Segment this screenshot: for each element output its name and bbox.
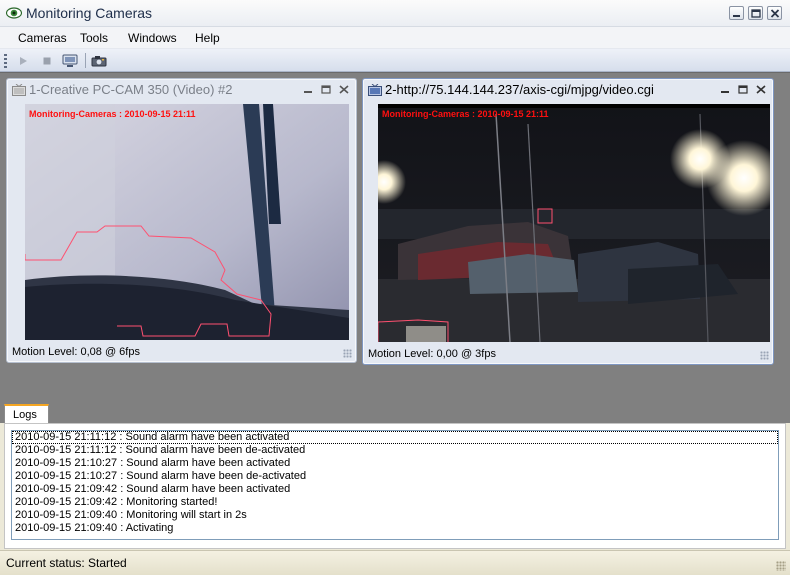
maximize-icon <box>321 85 331 94</box>
menu-help[interactable]: Help <box>195 31 220 45</box>
logs-list[interactable]: 2010-09-15 21:11:12 : Sound alarm have b… <box>11 430 779 540</box>
camera-title: 1-Creative PC-CAM 350 (Video) #2 <box>29 82 233 97</box>
log-entry[interactable]: 2010-09-15 21:09:40 : Activating <box>12 522 778 535</box>
logs-area: Logs 2010-09-15 21:11:12 : Sound alarm h… <box>0 402 790 550</box>
log-entry[interactable]: 2010-09-15 21:10:27 : Sound alarm have b… <box>12 470 778 483</box>
camera-workspace: 1-Creative PC-CAM 350 (Video) #2 Monitor… <box>0 72 790 402</box>
stop-icon <box>43 57 51 64</box>
minimize-icon <box>721 91 729 93</box>
play-icon <box>20 56 27 65</box>
video-overlay-text: Monitoring-Cameras : 2010-09-15 21:11 <box>382 109 549 119</box>
close-icon <box>756 85 766 94</box>
menu-cameras[interactable]: Cameras <box>18 31 67 45</box>
camera-minimize-button[interactable] <box>719 84 731 95</box>
maximize-button[interactable] <box>748 6 763 20</box>
toolbar-separator <box>85 53 86 68</box>
resize-grip[interactable] <box>760 351 769 360</box>
stop-button[interactable] <box>38 52 56 69</box>
tab-logs[interactable]: Logs <box>4 404 49 424</box>
camera-minimize-button[interactable] <box>302 84 314 95</box>
snapshot-button[interactable] <box>90 52 108 69</box>
minimize-icon <box>733 15 740 17</box>
tv-icon <box>12 84 26 96</box>
menu-tools[interactable]: Tools <box>80 31 108 45</box>
menu-bar: Cameras Tools Windows Help <box>0 27 790 48</box>
video-frame <box>378 104 770 342</box>
camera-close-button[interactable] <box>755 84 767 95</box>
camera-window-1[interactable]: 1-Creative PC-CAM 350 (Video) #2 Monitor… <box>6 78 357 363</box>
resize-grip[interactable] <box>343 349 352 358</box>
motion-level-status: Motion Level: 0,00 @ 3fps <box>368 348 496 360</box>
camera-title: 2-http://75.144.144.237/axis-cgi/mjpg/vi… <box>385 82 654 97</box>
log-entry[interactable]: 2010-09-15 21:09:40 : Monitoring will st… <box>12 509 778 522</box>
camera-video-feed[interactable]: Monitoring-Cameras : 2010-09-15 21:11 <box>25 104 349 340</box>
camera-close-button[interactable] <box>338 84 350 95</box>
camera-video-feed[interactable]: Monitoring-Cameras : 2010-09-15 21:11 <box>378 104 770 342</box>
current-status: Current status: Started <box>6 556 127 570</box>
close-icon <box>339 85 349 94</box>
close-button[interactable] <box>767 6 782 20</box>
motion-level-status: Motion Level: 0,08 @ 6fps <box>12 346 140 358</box>
toolbar <box>0 48 790 72</box>
window-resize-grip[interactable] <box>776 561 786 571</box>
start-button[interactable] <box>14 52 32 69</box>
window-title: Monitoring Cameras <box>26 5 153 21</box>
camera-maximize-button[interactable] <box>737 84 749 95</box>
minimize-icon <box>304 91 312 93</box>
tv-icon <box>368 84 382 96</box>
camera-settings-icon <box>62 54 78 67</box>
video-overlay-text: Monitoring-Cameras : 2010-09-15 21:11 <box>29 109 196 119</box>
log-entry[interactable]: 2010-09-15 21:09:42 : Sound alarm have b… <box>12 483 778 496</box>
status-bar: Current status: Started <box>0 550 790 575</box>
minimize-button[interactable] <box>729 6 744 20</box>
camera-window-titlebar[interactable]: 1-Creative PC-CAM 350 (Video) #2 <box>7 79 356 101</box>
log-entry[interactable]: 2010-09-15 21:11:12 : Sound alarm have b… <box>12 431 778 444</box>
menu-windows[interactable]: Windows <box>128 31 177 45</box>
log-entry[interactable]: 2010-09-15 21:10:27 : Sound alarm have b… <box>12 457 778 470</box>
toolbar-grip[interactable] <box>4 54 7 68</box>
camera-maximize-button[interactable] <box>320 84 332 95</box>
close-icon <box>770 9 780 18</box>
video-frame <box>25 104 349 340</box>
title-bar: Monitoring Cameras <box>0 0 790 27</box>
log-entry[interactable]: 2010-09-15 21:11:12 : Sound alarm have b… <box>12 444 778 457</box>
maximize-icon <box>751 9 761 18</box>
eye-icon <box>6 7 22 19</box>
camera-window-2[interactable]: 2-http://75.144.144.237/axis-cgi/mjpg/vi… <box>362 78 774 365</box>
camera-settings-button[interactable] <box>61 52 79 69</box>
snapshot-icon <box>91 55 107 66</box>
maximize-icon <box>738 85 748 94</box>
log-entry[interactable]: 2010-09-15 21:09:42 : Monitoring started… <box>12 496 778 509</box>
logs-tab-strip: Logs <box>0 402 790 424</box>
logs-panel: 2010-09-15 21:11:12 : Sound alarm have b… <box>4 423 786 549</box>
camera-window-titlebar[interactable]: 2-http://75.144.144.237/axis-cgi/mjpg/vi… <box>363 79 773 101</box>
